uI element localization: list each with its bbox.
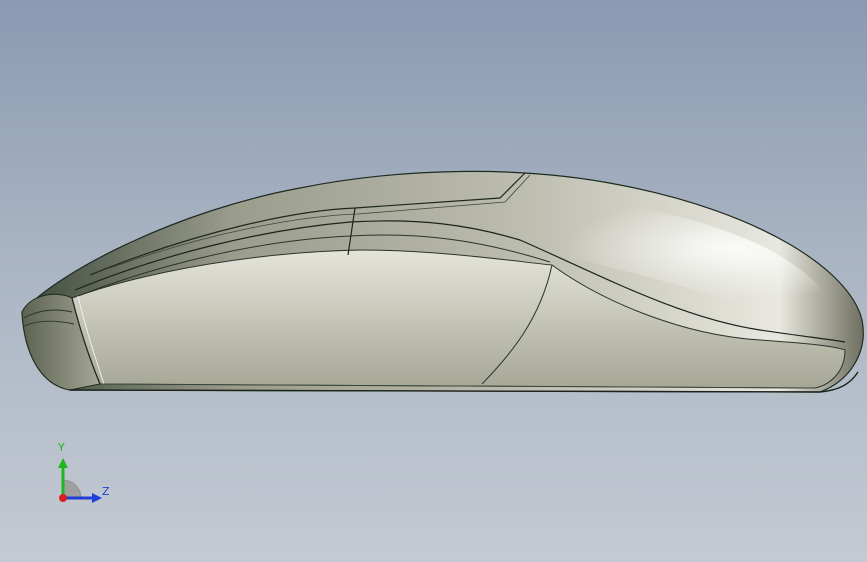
- y-axis-arrowhead: [58, 458, 68, 468]
- z-axis-arrowhead: [92, 493, 102, 503]
- coordinate-triad: Y Z: [48, 440, 120, 510]
- mouse-model-3d[interactable]: [0, 0, 867, 562]
- x-axis-origin-dot: [59, 494, 67, 502]
- z-axis-label: Z: [102, 485, 110, 498]
- y-axis-label: Y: [58, 441, 65, 454]
- cad-graphics-viewport[interactable]: Y Z: [0, 0, 867, 562]
